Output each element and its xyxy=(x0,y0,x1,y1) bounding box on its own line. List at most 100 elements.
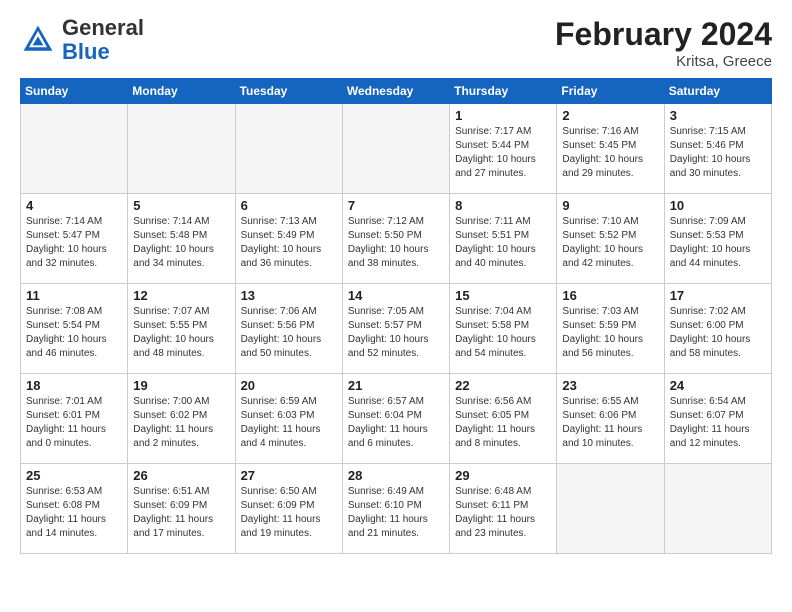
header-saturday: Saturday xyxy=(664,79,771,104)
day-cell: 13 Sunrise: 7:06 AMSunset: 5:56 PMDayligh… xyxy=(235,284,342,374)
day-number: 26 xyxy=(133,468,229,483)
day-number: 1 xyxy=(455,108,551,123)
day-info: Sunrise: 7:10 AMSunset: 5:52 PMDaylight:… xyxy=(562,215,658,271)
day-number: 15 xyxy=(455,288,551,303)
day-info: Sunrise: 7:14 AMSunset: 5:48 PMDaylight:… xyxy=(133,215,229,271)
day-number: 8 xyxy=(455,198,551,213)
day-number: 10 xyxy=(670,198,766,213)
day-info: Sunrise: 7:15 AMSunset: 5:46 PMDaylight:… xyxy=(670,125,766,181)
day-number: 23 xyxy=(562,378,658,393)
day-cell: 15 Sunrise: 7:04 AMSunset: 5:58 PMDayligh… xyxy=(450,284,557,374)
day-cell: 16 Sunrise: 7:03 AMSunset: 5:59 PMDayligh… xyxy=(557,284,664,374)
day-number: 16 xyxy=(562,288,658,303)
day-info: Sunrise: 7:05 AMSunset: 5:57 PMDaylight:… xyxy=(348,305,444,361)
day-number: 2 xyxy=(562,108,658,123)
calendar-header-row: SundayMondayTuesdayWednesdayThursdayFrid… xyxy=(21,79,772,104)
day-info: Sunrise: 7:11 AMSunset: 5:51 PMDaylight:… xyxy=(455,215,551,271)
day-info: Sunrise: 7:13 AMSunset: 5:49 PMDaylight:… xyxy=(241,215,337,271)
day-info: Sunrise: 7:14 AMSunset: 5:47 PMDaylight:… xyxy=(26,215,122,271)
day-info: Sunrise: 6:48 AMSunset: 6:11 PMDaylight:… xyxy=(455,485,551,541)
day-number: 7 xyxy=(348,198,444,213)
day-cell: 21 Sunrise: 6:57 AMSunset: 6:04 PMDayligh… xyxy=(342,374,449,464)
day-cell: 24Sunrise: 6:54 AMSunset: 6:07 PMDayligh… xyxy=(664,374,771,464)
day-number: 13 xyxy=(241,288,337,303)
calendar-table: SundayMondayTuesdayWednesdayThursdayFrid… xyxy=(20,78,772,554)
week-row-5: 25 Sunrise: 6:53 AMSunset: 6:08 PMDayligh… xyxy=(21,464,772,554)
day-cell: 6 Sunrise: 7:13 AMSunset: 5:49 PMDaylight… xyxy=(235,194,342,284)
day-cell: 29 Sunrise: 6:48 AMSunset: 6:11 PMDayligh… xyxy=(450,464,557,554)
day-cell xyxy=(21,104,128,194)
title-block: February 2024 Kritsa, Greece xyxy=(555,16,772,70)
day-info: Sunrise: 6:51 AMSunset: 6:09 PMDaylight:… xyxy=(133,485,229,541)
day-cell xyxy=(235,104,342,194)
day-cell: 14Sunrise: 7:05 AMSunset: 5:57 PMDayligh… xyxy=(342,284,449,374)
week-row-2: 4 Sunrise: 7:14 AMSunset: 5:47 PMDaylight… xyxy=(21,194,772,284)
day-cell: 9 Sunrise: 7:10 AMSunset: 5:52 PMDaylight… xyxy=(557,194,664,284)
day-info: Sunrise: 7:03 AMSunset: 5:59 PMDaylight:… xyxy=(562,305,658,361)
day-cell xyxy=(342,104,449,194)
day-cell xyxy=(128,104,235,194)
day-number: 4 xyxy=(26,198,122,213)
day-number: 12 xyxy=(133,288,229,303)
day-info: Sunrise: 7:04 AMSunset: 5:58 PMDaylight:… xyxy=(455,305,551,361)
day-number: 21 xyxy=(348,378,444,393)
day-cell: 17Sunrise: 7:02 AMSunset: 6:00 PMDayligh… xyxy=(664,284,771,374)
day-info: Sunrise: 7:08 AMSunset: 5:54 PMDaylight:… xyxy=(26,305,122,361)
day-cell: 20 Sunrise: 6:59 AMSunset: 6:03 PMDayligh… xyxy=(235,374,342,464)
page-header: General Blue February 2024 Kritsa, Greec… xyxy=(20,16,772,70)
day-info: Sunrise: 7:16 AMSunset: 5:45 PMDaylight:… xyxy=(562,125,658,181)
day-cell: 27 Sunrise: 6:50 AMSunset: 6:09 PMDayligh… xyxy=(235,464,342,554)
day-info: Sunrise: 7:02 AMSunset: 6:00 PMDaylight:… xyxy=(670,305,766,361)
day-cell: 1 Sunrise: 7:17 AMSunset: 5:44 PMDaylight… xyxy=(450,104,557,194)
day-cell: 5 Sunrise: 7:14 AMSunset: 5:48 PMDaylight… xyxy=(128,194,235,284)
day-number: 27 xyxy=(241,468,337,483)
day-info: Sunrise: 7:01 AMSunset: 6:01 PMDaylight:… xyxy=(26,395,122,451)
logo-text: General Blue xyxy=(62,16,144,64)
day-number: 5 xyxy=(133,198,229,213)
day-info: Sunrise: 7:06 AMSunset: 5:56 PMDaylight:… xyxy=(241,305,337,361)
day-cell: 12 Sunrise: 7:07 AMSunset: 5:55 PMDayligh… xyxy=(128,284,235,374)
logo: General Blue xyxy=(20,16,144,64)
day-cell: 28 Sunrise: 6:49 AMSunset: 6:10 PMDayligh… xyxy=(342,464,449,554)
day-cell: 25 Sunrise: 6:53 AMSunset: 6:08 PMDayligh… xyxy=(21,464,128,554)
day-info: Sunrise: 7:17 AMSunset: 5:44 PMDaylight:… xyxy=(455,125,551,181)
day-info: Sunrise: 7:07 AMSunset: 5:55 PMDaylight:… xyxy=(133,305,229,361)
day-info: Sunrise: 6:56 AMSunset: 6:05 PMDaylight:… xyxy=(455,395,551,451)
day-cell xyxy=(557,464,664,554)
week-row-1: 1 Sunrise: 7:17 AMSunset: 5:44 PMDaylight… xyxy=(21,104,772,194)
day-info: Sunrise: 6:57 AMSunset: 6:04 PMDaylight:… xyxy=(348,395,444,451)
day-number: 11 xyxy=(26,288,122,303)
day-number: 24 xyxy=(670,378,766,393)
day-info: Sunrise: 6:49 AMSunset: 6:10 PMDaylight:… xyxy=(348,485,444,541)
day-number: 6 xyxy=(241,198,337,213)
day-info: Sunrise: 7:00 AMSunset: 6:02 PMDaylight:… xyxy=(133,395,229,451)
day-number: 18 xyxy=(26,378,122,393)
day-info: Sunrise: 6:55 AMSunset: 6:06 PMDaylight:… xyxy=(562,395,658,451)
day-cell: 4 Sunrise: 7:14 AMSunset: 5:47 PMDaylight… xyxy=(21,194,128,284)
day-number: 25 xyxy=(26,468,122,483)
header-monday: Monday xyxy=(128,79,235,104)
week-row-3: 11 Sunrise: 7:08 AMSunset: 5:54 PMDayligh… xyxy=(21,284,772,374)
day-number: 9 xyxy=(562,198,658,213)
day-info: Sunrise: 6:53 AMSunset: 6:08 PMDaylight:… xyxy=(26,485,122,541)
day-cell: 3 Sunrise: 7:15 AMSunset: 5:46 PMDaylight… xyxy=(664,104,771,194)
day-cell: 23 Sunrise: 6:55 AMSunset: 6:06 PMDayligh… xyxy=(557,374,664,464)
day-number: 22 xyxy=(455,378,551,393)
week-row-4: 18 Sunrise: 7:01 AMSunset: 6:01 PMDayligh… xyxy=(21,374,772,464)
day-number: 28 xyxy=(348,468,444,483)
day-cell: 2 Sunrise: 7:16 AMSunset: 5:45 PMDaylight… xyxy=(557,104,664,194)
month-title: February 2024 xyxy=(555,16,772,53)
day-cell: 8 Sunrise: 7:11 AMSunset: 5:51 PMDaylight… xyxy=(450,194,557,284)
day-cell: 22 Sunrise: 6:56 AMSunset: 6:05 PMDayligh… xyxy=(450,374,557,464)
day-cell: 7Sunrise: 7:12 AMSunset: 5:50 PMDaylight… xyxy=(342,194,449,284)
day-number: 20 xyxy=(241,378,337,393)
day-number: 29 xyxy=(455,468,551,483)
day-number: 3 xyxy=(670,108,766,123)
header-tuesday: Tuesday xyxy=(235,79,342,104)
header-sunday: Sunday xyxy=(21,79,128,104)
day-info: Sunrise: 6:59 AMSunset: 6:03 PMDaylight:… xyxy=(241,395,337,451)
header-thursday: Thursday xyxy=(450,79,557,104)
header-friday: Friday xyxy=(557,79,664,104)
day-info: Sunrise: 6:50 AMSunset: 6:09 PMDaylight:… xyxy=(241,485,337,541)
logo-blue: Blue xyxy=(62,39,110,64)
